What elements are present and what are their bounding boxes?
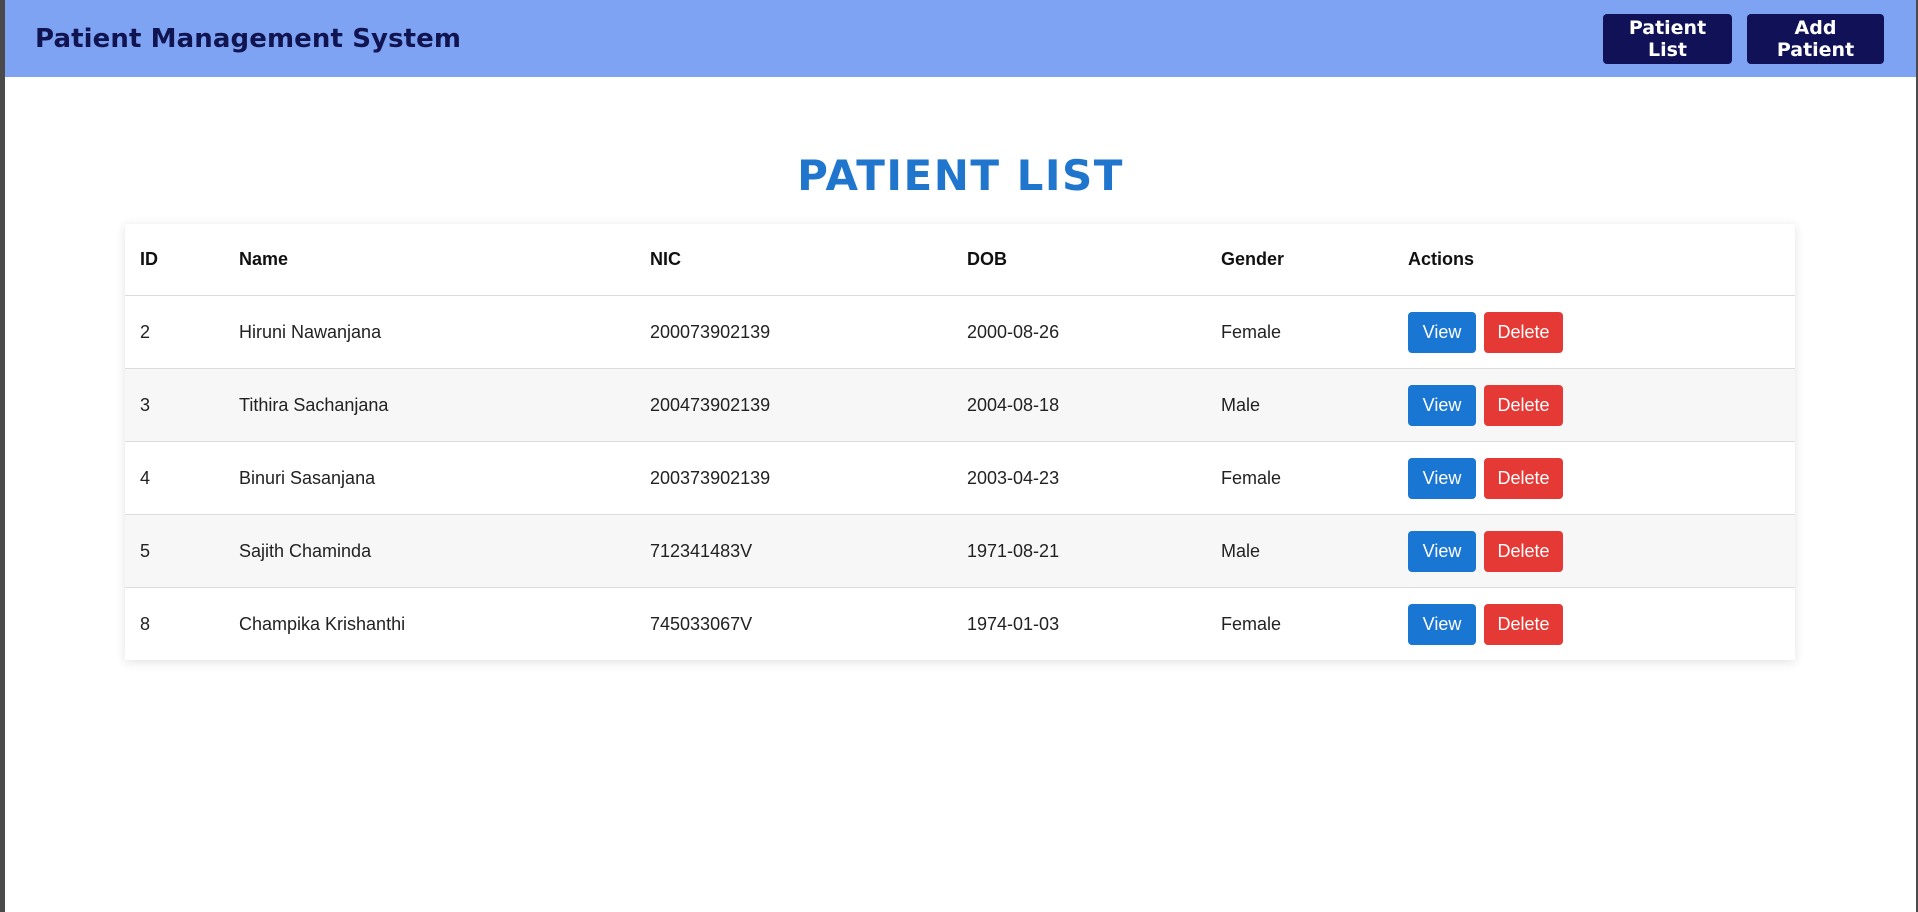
add-patient-button[interactable]: Add Patient (1747, 13, 1884, 64)
cell-gender: Male (1206, 368, 1393, 442)
cell-name: Champika Krishanthi (239, 613, 406, 634)
cell-id: 3 (125, 368, 224, 442)
cell-id: 8 (140, 613, 151, 634)
app-window: Patient Management System Patient List A… (0, 0, 1918, 912)
cell-nic: 712341483V (635, 514, 952, 588)
cell-id: 4 (125, 441, 224, 515)
column-header-dob: DOB (952, 224, 1206, 296)
nav-buttons: Patient List Add Patient (1603, 13, 1884, 64)
cell-id: 2 (125, 295, 224, 369)
patient-table-card: ID Name NIC DOB Gender Actions 2 Hiruni … (125, 224, 1795, 660)
page-title: PATIENT LIST (797, 151, 1124, 200)
cell-nic: 745033067V (650, 613, 753, 634)
column-header-id: ID (125, 224, 224, 296)
cell-name: Binuri Sasanjana (224, 441, 635, 515)
cell-actions: View Delete (1393, 441, 1795, 515)
top-navbar: Patient Management System Patient List A… (5, 0, 1916, 77)
cell-dob: 2004-08-18 (952, 368, 1206, 442)
view-button[interactable]: View (1408, 311, 1476, 353)
delete-button[interactable]: Delete (1484, 530, 1563, 572)
cell-actions: View Delete (1393, 368, 1795, 442)
table-row: 3 Tithira Sachanjana 200473902139 2004-0… (125, 368, 1795, 442)
cell-name: Hiruni Nawanjana (224, 295, 635, 369)
cell-actions: View Delete (1393, 588, 1795, 661)
cell-id: 5 (125, 514, 224, 588)
patient-list-button[interactable]: Patient List (1603, 13, 1732, 64)
view-button[interactable]: View (1408, 457, 1476, 499)
patient-table: ID Name NIC DOB Gender Actions 2 Hiruni … (125, 224, 1795, 660)
cell-nic: 200373902139 (635, 441, 952, 515)
cell-gender: Female (1206, 295, 1393, 369)
table-row: 4 Binuri Sasanjana 200373902139 2003-04-… (125, 441, 1795, 515)
delete-button[interactable]: Delete (1484, 384, 1563, 426)
view-button[interactable]: View (1408, 530, 1476, 572)
cell-dob: 1971-08-21 (952, 514, 1206, 588)
column-header-actions: Actions (1393, 224, 1795, 296)
cell-actions: View Delete (1393, 514, 1795, 588)
app-title: Patient Management System (35, 23, 462, 54)
cell-nic: 200473902139 (635, 368, 952, 442)
table-header: ID Name NIC DOB Gender Actions (125, 224, 1795, 296)
cell-name: Tithira Sachanjana (224, 368, 635, 442)
view-button[interactable]: View (1408, 603, 1476, 645)
delete-button[interactable]: Delete (1484, 603, 1563, 645)
cell-dob: 2003-04-23 (952, 441, 1206, 515)
cell-gender: Female (1221, 613, 1282, 634)
cell-dob: 2000-08-26 (952, 295, 1206, 369)
table-row: 2 Hiruni Nawanjana 200073902139 2000-08-… (125, 295, 1795, 369)
delete-button[interactable]: Delete (1484, 457, 1563, 499)
column-header-nic: NIC (635, 224, 952, 296)
column-header-name: Name (224, 224, 635, 296)
cell-name: Sajith Chaminda (224, 514, 635, 588)
cell-nic: 200073902139 (635, 295, 952, 369)
table-row: 8 Champika Krishanthi 745033067V 1974-01… (125, 588, 1795, 661)
column-header-gender: Gender (1206, 224, 1393, 296)
cell-dob: 1974-01-03 (967, 613, 1060, 634)
cell-gender: Male (1206, 514, 1393, 588)
table-row: 5 Sajith Chaminda 712341483V 1971-08-21 … (125, 514, 1795, 588)
table-body: 2 Hiruni Nawanjana 200073902139 2000-08-… (125, 295, 1795, 661)
cell-actions: View Delete (1393, 295, 1795, 369)
cell-gender: Female (1206, 441, 1393, 515)
view-button[interactable]: View (1408, 384, 1476, 426)
delete-button[interactable]: Delete (1484, 311, 1563, 353)
